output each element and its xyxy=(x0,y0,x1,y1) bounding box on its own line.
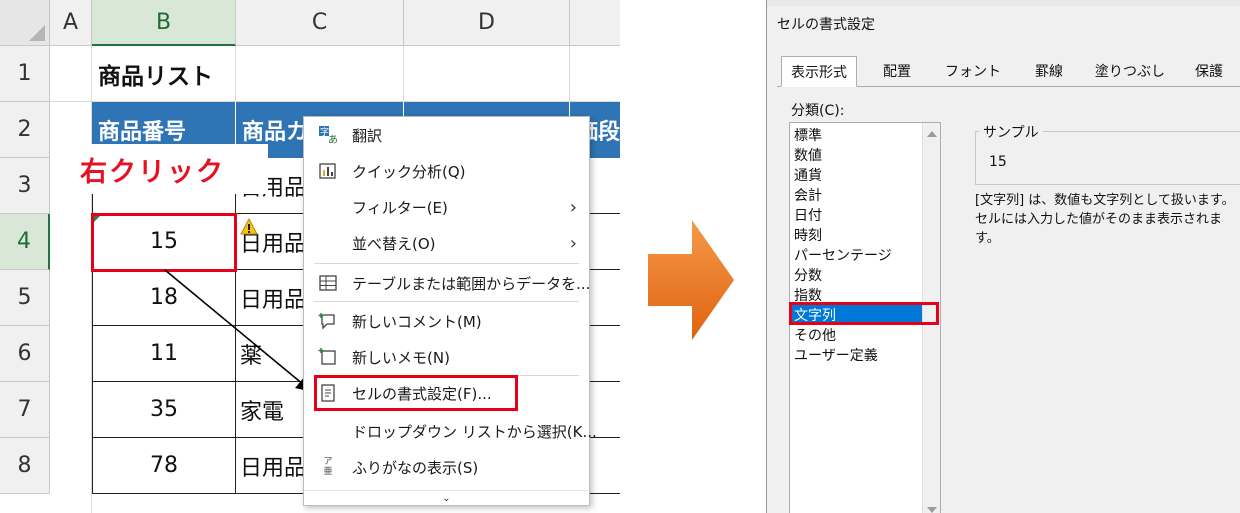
menu-item-label: ふりがなの表示(S) xyxy=(352,458,479,477)
format-cells-highlight xyxy=(314,375,518,411)
menu-item-label: フィルター(E) xyxy=(352,198,448,217)
scroll-down-icon[interactable] xyxy=(927,507,937,513)
menu-item-quick-analysis[interactable]: クイック分析(Q) xyxy=(304,153,589,189)
translate-icon: 字あ xyxy=(318,125,338,145)
category-item[interactable]: 通貨 xyxy=(794,165,942,185)
menu-item-furigana[interactable]: ア 亜 ふりがなの表示(S) xyxy=(304,449,589,485)
menu-item-label: 新しいメモ(N) xyxy=(352,348,450,367)
category-item[interactable]: 分数 xyxy=(794,265,942,285)
table-icon xyxy=(318,273,338,293)
menu-item-translate[interactable]: 字あ 翻訳 xyxy=(304,117,589,153)
menu-item-label: テーブルまたは範囲からデータを... xyxy=(352,274,591,293)
category-item[interactable]: 標準 xyxy=(794,125,942,145)
tab-fill[interactable]: 塗りつぶし xyxy=(1087,56,1173,86)
menu-item-filter[interactable]: フィルター(E) › xyxy=(304,189,589,225)
tab-alignment[interactable]: 配置 xyxy=(869,56,925,86)
context-menu: 字あ 翻訳 クイック分析(Q) フィルター(E) › 並べ替え(O) › テーブ… xyxy=(303,116,597,506)
category-item[interactable]: その他 xyxy=(794,325,942,345)
tab-number[interactable]: 表示形式 xyxy=(781,56,857,87)
menu-separator xyxy=(314,301,579,302)
quick-analysis-icon xyxy=(318,161,338,181)
tab-font[interactable]: フォント xyxy=(937,56,1009,86)
new-comment-icon xyxy=(318,311,338,331)
scroll-up-icon[interactable] xyxy=(927,131,937,137)
menu-expand-chevron-icon[interactable]: ⌄ xyxy=(304,490,589,505)
menu-item-table-from-range[interactable]: テーブルまたは範囲からデータを... xyxy=(304,265,591,301)
menu-item-dropdown-list[interactable]: ドロップダウン リストから選択(K... xyxy=(304,413,597,449)
tab-protection[interactable]: 保護 xyxy=(1181,56,1237,86)
category-label: 分類(C): xyxy=(791,103,845,119)
svg-text:あ: あ xyxy=(328,134,338,145)
category-description: [文字列] は、数値も文字列として扱います。セルには入力した値がそのまま表示され… xyxy=(975,193,1235,246)
new-note-icon xyxy=(318,347,338,367)
menu-item-sort[interactable]: 並べ替え(O) › xyxy=(304,225,589,261)
dialog-top-strip xyxy=(767,0,1240,6)
category-item[interactable]: 日付 xyxy=(794,205,942,225)
menu-item-label: 翻訳 xyxy=(352,126,383,145)
category-item[interactable]: 数値 xyxy=(794,145,942,165)
submenu-arrow-icon: › xyxy=(569,196,577,218)
menu-item-new-comment[interactable]: 新しいコメント(M) xyxy=(304,303,589,339)
transition-arrow-icon xyxy=(648,220,734,340)
spreadsheet: A B C D 1 2 3 4 5 6 7 8 商品リスト 商品番号 商品カ 価… xyxy=(0,0,620,513)
selected-category-highlight xyxy=(789,302,939,325)
sample-value: 15 xyxy=(989,154,1007,170)
submenu-arrow-icon: › xyxy=(569,232,577,254)
menu-item-label: ドロップダウン リストから選択(K... xyxy=(352,422,597,441)
tab-border[interactable]: 罫線 xyxy=(1021,56,1077,86)
format-cells-dialog: セルの書式設定 表示形式 配置 フォント 罫線 塗りつぶし 保護 分類(C): … xyxy=(766,0,1240,513)
menu-separator xyxy=(314,263,579,264)
dialog-tabs: 表示形式 配置 フォント 罫線 塗りつぶし 保護 xyxy=(777,56,1240,87)
category-item[interactable]: 時刻 xyxy=(794,225,942,245)
category-item[interactable]: ユーザー定義 xyxy=(794,345,942,365)
sample-label: サンプル xyxy=(979,122,1043,142)
menu-item-label: クイック分析(Q) xyxy=(352,162,466,181)
menu-item-new-note[interactable]: 新しいメモ(N) xyxy=(304,339,589,375)
category-item[interactable]: 会計 xyxy=(794,185,942,205)
menu-item-label: 新しいコメント(M) xyxy=(352,312,482,331)
category-item[interactable]: パーセンテージ xyxy=(794,245,942,265)
dialog-title: セルの書式設定 xyxy=(777,17,875,33)
furigana-icon: ア 亜 xyxy=(323,457,333,477)
menu-item-label: 並べ替え(O) xyxy=(352,234,436,253)
